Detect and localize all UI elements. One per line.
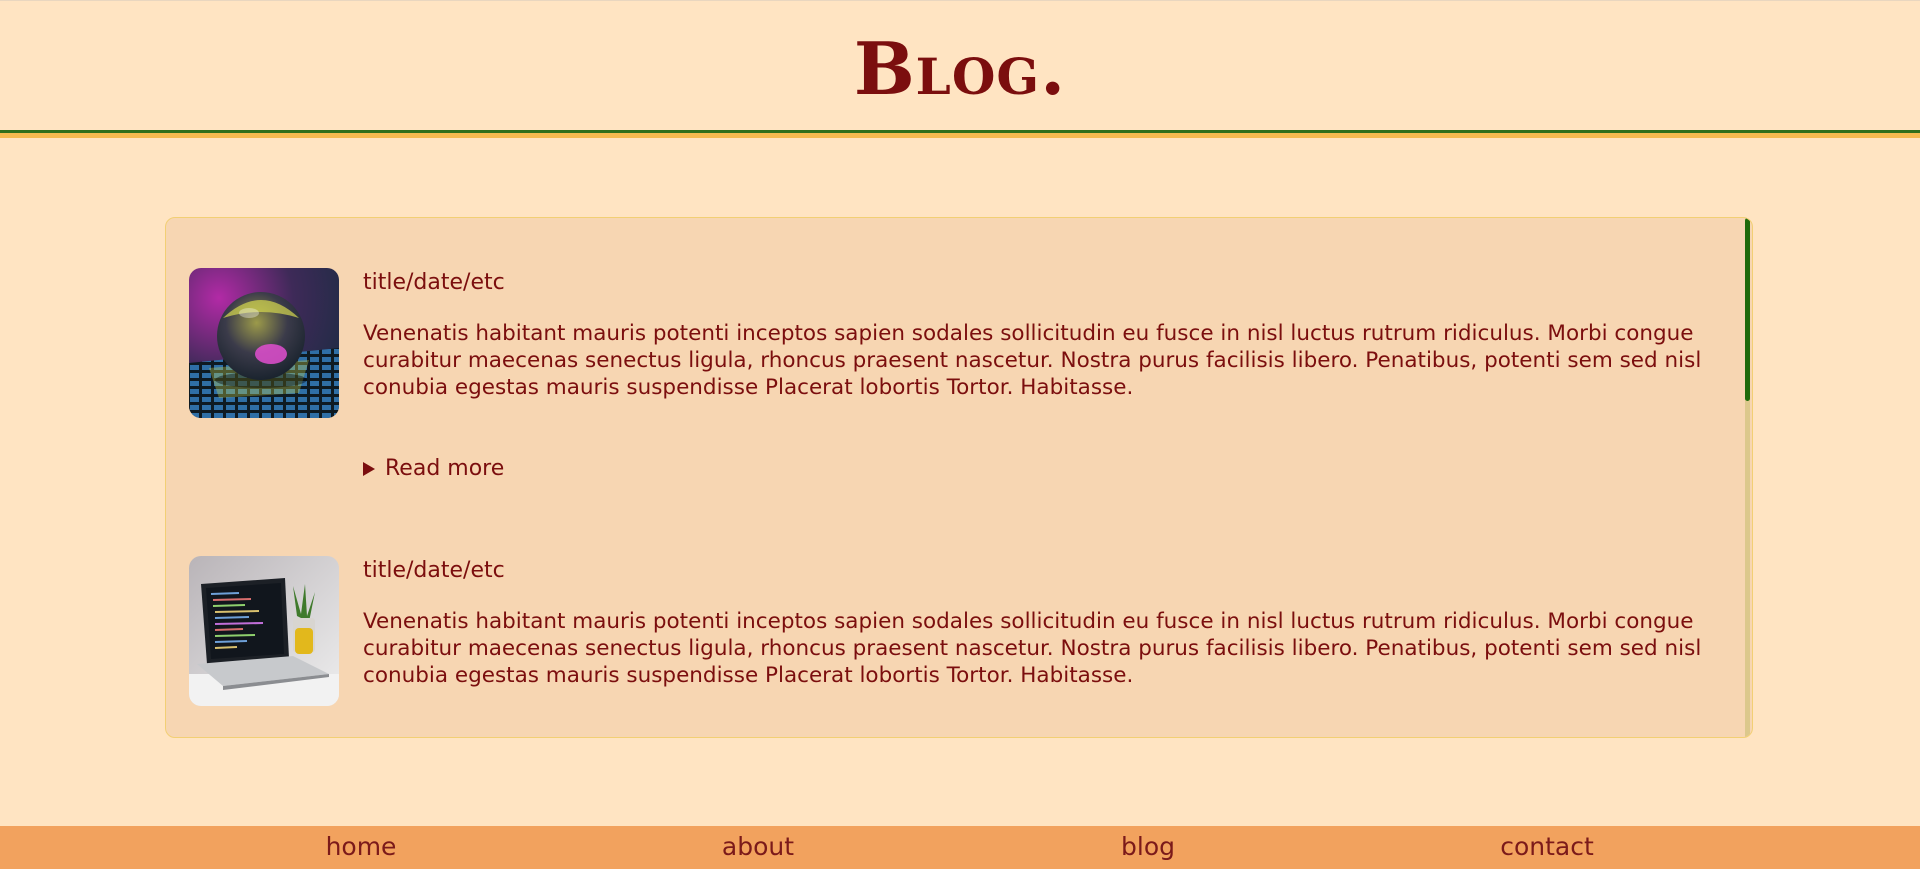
site-header: Blog. bbox=[0, 0, 1920, 131]
header-divider-gold bbox=[0, 133, 1920, 138]
footer-nav: home about blog contact bbox=[0, 826, 1920, 869]
post-meta: title/date/etc bbox=[363, 558, 505, 583]
post-body: Venenatis habitant mauris potenti incept… bbox=[363, 321, 1702, 400]
laptop-image bbox=[189, 556, 339, 706]
caret-right-icon bbox=[363, 462, 375, 476]
site-title: Blog. bbox=[853, 26, 1067, 111]
posts-panel: title/date/etc Venenatis habitant mauris… bbox=[165, 217, 1753, 738]
glass-sphere-image bbox=[189, 268, 339, 418]
read-more-label: Read more bbox=[385, 456, 505, 481]
post-meta: title/date/etc bbox=[363, 270, 505, 295]
nav-link-contact[interactable]: contact bbox=[1500, 831, 1594, 863]
nav-link-blog[interactable]: blog bbox=[1121, 831, 1175, 863]
scrollbar-track[interactable] bbox=[1745, 218, 1750, 737]
scrollbar-thumb[interactable] bbox=[1745, 218, 1750, 401]
post-body: Venenatis habitant mauris potenti incept… bbox=[363, 609, 1702, 688]
nav-link-about[interactable]: about bbox=[722, 831, 794, 863]
nav-link-home[interactable]: home bbox=[326, 831, 397, 863]
read-more-toggle[interactable]: Read more bbox=[363, 454, 504, 484]
